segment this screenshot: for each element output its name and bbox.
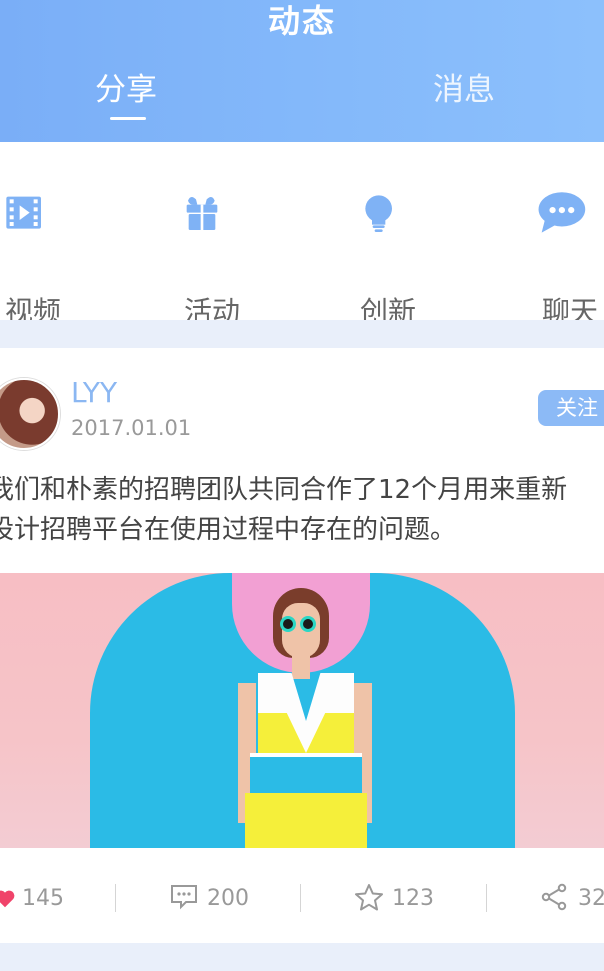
comment-icon [171,885,197,910]
active-tab-indicator [110,117,146,120]
tab-messages[interactable]: 消息 [433,64,495,109]
like-count: 145 [22,886,64,911]
section-gap [0,943,604,971]
star-icon [355,884,383,911]
page-title: 动态 [267,2,336,40]
image-sunglasses [300,616,316,632]
follow-button[interactable]: 关注 [538,390,604,426]
share-icon [541,883,567,911]
image-figure-neck [292,655,310,679]
image-dress-skirt [245,793,367,848]
like-button[interactable]: 145 [0,880,74,920]
avatar[interactable] [0,378,60,450]
comment-count: 200 [207,886,249,911]
stats-divider [115,884,116,912]
category-chat[interactable]: 聊天 [537,184,604,328]
section-gap [0,320,604,348]
image-dress-band [250,753,362,797]
stats-divider [486,884,487,912]
stats-divider [300,884,301,912]
share-count: 32 [578,886,604,911]
tab-share[interactable]: 分享 [95,64,157,109]
header-bar: 动态 分享 消息 [0,0,604,142]
favorite-button[interactable]: 123 [354,880,444,920]
post-stats-bar: 145 200 123 32 [0,848,604,943]
post-content-line-1: 我们和朴素的招聘团队共同合作了12个月用来重新 [0,475,568,505]
category-activity[interactable]: 活动 [184,184,274,328]
image-sunglasses [280,616,296,632]
comment-button[interactable]: 200 [170,880,260,920]
favorite-count: 123 [392,886,434,911]
video-icon [6,196,42,229]
chat-icon [538,192,586,233]
category-innovation[interactable]: 创新 [360,184,450,328]
post-image[interactable] [0,573,604,848]
post-date: 2017.01.01 [71,416,192,440]
category-video[interactable]: 视频 [5,184,95,328]
category-bar: 视频 活动 创新 聊天 [0,142,604,328]
lightbulb-icon [365,195,392,232]
share-button[interactable]: 32 [540,880,604,920]
post-card: LYY 2017.01.01 关注 我们和朴素的招聘团队共同合作了12个月用来重… [0,348,604,943]
heart-icon [0,890,15,908]
post-username[interactable]: LYY [71,376,117,409]
gift-icon [186,196,218,230]
post-content: 我们和朴素的招聘团队共同合作了12个月用来重新 设计招聘平台在使用过程中存在的问… [0,470,604,550]
post-content-line-2: 设计招聘平台在使用过程中存在的问题。 [0,515,457,545]
